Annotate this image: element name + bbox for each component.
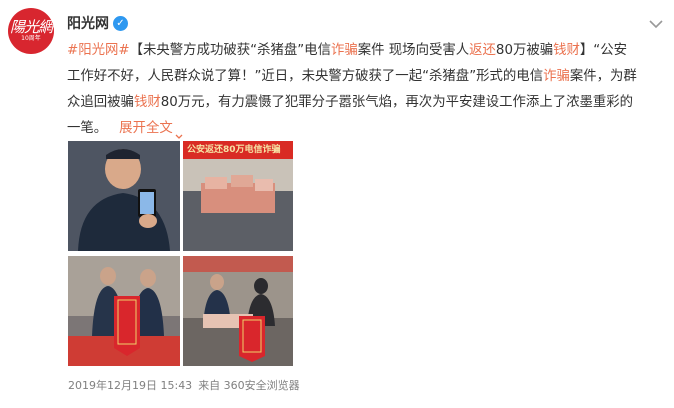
avatar-logo-text: 陽光網	[9, 18, 53, 36]
post-header: 阳光网 ✓	[67, 13, 128, 33]
keyword-link[interactable]: 返还	[469, 43, 496, 58]
expand-label: 展开全文	[119, 121, 173, 136]
photo-pennant-presentation[interactable]	[68, 256, 180, 366]
photo-recovered-cash[interactable]: 公安返还80万电信诈骗	[183, 141, 293, 251]
post-text-segment: 众追回被骗	[67, 95, 134, 110]
keyword-link[interactable]: 钱财	[134, 95, 161, 110]
keyword-link[interactable]: 钱财	[553, 43, 580, 58]
post-footer: 2019年12月19日 15:43 来自 360安全浏览器	[68, 377, 306, 393]
avatar-logo-subtext: 10周年	[21, 35, 41, 42]
post-text-segment: 案件 现场向受害人	[357, 43, 470, 58]
photo-banner-text: 公安返还80万电信诈骗	[183, 141, 293, 159]
photo-pennant-with-cash[interactable]	[183, 256, 293, 366]
post-text-segment: 【未央警方成功破获“杀猪盘”电信	[129, 43, 331, 58]
post-line-2: 工作好不好，人民群众说了算！”近日，未央警方破获了一起“杀猪盘”形式的电信诈骗案…	[67, 64, 667, 90]
post-source: 来自 360安全浏览器	[198, 379, 300, 392]
post-text-segment: 80万元，有力震慑了犯罪分子嚣张气焰，再次为平安建设工作添上了浓墨重彩的	[160, 95, 634, 110]
hashtag-link[interactable]: #阳光网#	[67, 43, 130, 58]
post-text-segment: 一笔。	[67, 121, 108, 136]
expand-full-text-link[interactable]: 展开全文	[119, 116, 183, 142]
avatar[interactable]: 陽光網 10周年	[8, 8, 54, 54]
post-body: #阳光网#【未央警方成功破获“杀猪盘”电信诈骗案件 现场向受害人返还80万被骗钱…	[67, 38, 667, 142]
post-line-3: 众追回被骗钱财80万元，有力震慑了犯罪分子嚣张气焰，再次为平安建设工作添上了浓墨…	[67, 90, 667, 116]
post-text-segment: 案件，为群	[569, 69, 637, 84]
post-timestamp-link[interactable]: 2019年12月19日 15:43	[68, 379, 192, 392]
username[interactable]: 阳光网	[67, 13, 109, 33]
post-line-4: 一笔。 展开全文	[67, 116, 667, 142]
keyword-link[interactable]: 诈骗	[331, 43, 358, 58]
post-text-segment: 】“公安	[579, 43, 628, 58]
photo-officer-phone[interactable]	[68, 141, 180, 251]
post-text-segment: 工作好不好，人民群众说了算！”近日，未央警方破获了一起“杀猪盘”形式的电信	[67, 69, 544, 84]
post-line-1: #阳光网#【未央警方成功破获“杀猪盘”电信诈骗案件 现场向受害人返还80万被骗钱…	[67, 38, 667, 64]
verified-badge-icon: ✓	[113, 15, 128, 31]
post-text-segment: 80万被骗	[495, 43, 554, 58]
chevron-down-icon[interactable]	[648, 16, 664, 32]
keyword-link[interactable]: 诈骗	[543, 69, 570, 84]
expand-chevron-icon	[175, 125, 183, 139]
